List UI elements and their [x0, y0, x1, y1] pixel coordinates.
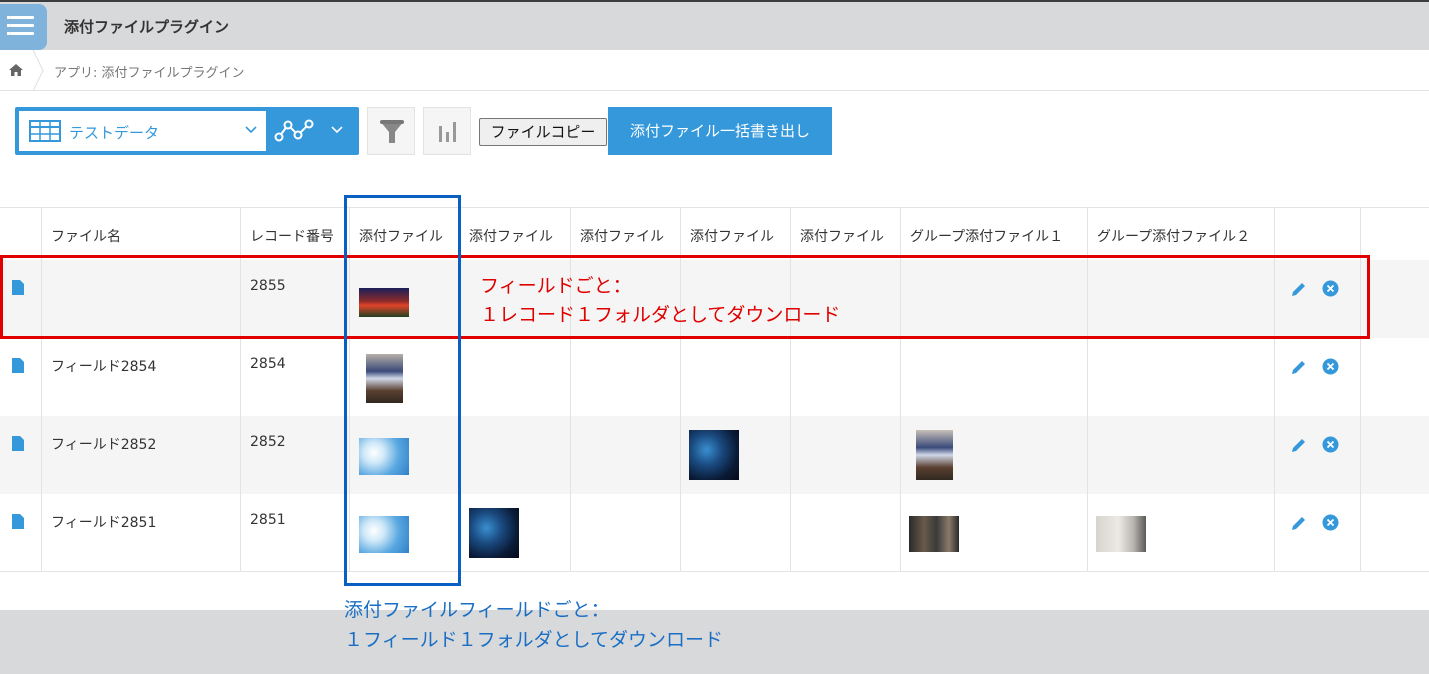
breadcrumb-separator-icon	[32, 50, 44, 91]
bulk-export-button[interactable]: 添付ファイル一括書き出し	[608, 107, 832, 155]
app-menu-icon[interactable]	[0, 4, 47, 50]
breadcrumb-app-link[interactable]: アプリ: 添付ファイルプラグイン	[54, 62, 245, 81]
table-cell: フィールド2852	[42, 416, 241, 494]
filter-icon	[380, 120, 404, 143]
table-cell	[460, 494, 571, 571]
table-row: フィールド2851 2851	[0, 494, 1429, 572]
table-cell	[681, 494, 791, 571]
pencil-icon[interactable]	[1290, 436, 1308, 454]
table-cell	[460, 338, 571, 416]
document-icon[interactable]	[12, 436, 24, 451]
header-cell[interactable]: 添付ファイル	[460, 208, 571, 260]
table-cell	[791, 338, 901, 416]
header-cell	[0, 208, 42, 260]
header-cell[interactable]: レコード番号	[241, 208, 350, 260]
app-title: 添付ファイルプラグイン	[64, 18, 230, 36]
table-icon	[29, 120, 61, 142]
table-cell	[791, 494, 901, 571]
table-cell	[901, 338, 1088, 416]
header-cell[interactable]: 添付ファイル	[681, 208, 791, 260]
attachment-thumbnail[interactable]	[469, 508, 519, 558]
attachment-thumbnail[interactable]	[1096, 516, 1146, 552]
record-annotation-line1: フィールドごと：	[480, 275, 632, 297]
table-header-row: ファイル名 レコード番号 添付ファイル 添付ファイル 添付ファイル 添付ファイル…	[0, 208, 1429, 260]
record-number-value: 2854	[250, 356, 286, 372]
field-highlight-box	[344, 195, 461, 586]
header-cell[interactable]: ファイル名	[42, 208, 241, 260]
attachment-thumbnail[interactable]	[909, 516, 959, 552]
record-annotation-line2: １レコード１フォルダとしてダウンロード	[480, 304, 841, 326]
table-cell: フィールド2854	[42, 338, 241, 416]
field-annotation-line2: １フィールド１フォルダとしてダウンロード	[344, 629, 724, 651]
field-annotation: 添付ファイルフィールドごと： １フィールド１フォルダとしてダウンロード	[344, 595, 723, 655]
view-dropdown[interactable]: テストデータ	[19, 111, 266, 151]
table-cell	[460, 416, 571, 494]
close-circle-icon[interactable]	[1322, 436, 1339, 453]
pencil-icon[interactable]	[1290, 358, 1308, 376]
table-cell	[0, 338, 42, 416]
table-row: フィールド2854 2854	[0, 338, 1429, 416]
table-cell: 2854	[241, 338, 350, 416]
field-annotation-line1: 添付ファイルフィールドごと：	[344, 599, 610, 621]
header-cell[interactable]: グループ添付ファイル１	[901, 208, 1088, 260]
table-cell	[1088, 416, 1275, 494]
table-cell: フィールド2851	[42, 494, 241, 571]
view-selector[interactable]: テストデータ	[15, 107, 359, 155]
file-name-value: フィールド2851	[51, 515, 157, 531]
attachment-thumbnail[interactable]	[689, 430, 739, 480]
bar-chart-icon	[439, 122, 456, 142]
attachment-thumbnail[interactable]	[916, 430, 953, 480]
table-cell	[791, 416, 901, 494]
table-cell	[0, 494, 42, 571]
close-circle-icon[interactable]	[1322, 358, 1339, 375]
home-icon[interactable]	[8, 63, 24, 77]
table-cell	[901, 494, 1088, 571]
table-cell	[1275, 338, 1361, 416]
table-cell	[571, 494, 681, 571]
table-cell	[1275, 494, 1361, 571]
table-cell	[1088, 338, 1275, 416]
header-cell[interactable]: 添付ファイル	[571, 208, 681, 260]
document-icon[interactable]	[12, 514, 24, 529]
header-cell[interactable]: グループ添付ファイル２	[1088, 208, 1275, 260]
table-cell	[0, 416, 42, 494]
pencil-icon[interactable]	[1290, 514, 1308, 532]
table-cell	[681, 416, 791, 494]
file-copy-button[interactable]: ファイルコピー	[479, 118, 607, 146]
filter-button[interactable]	[367, 107, 415, 155]
breadcrumb: アプリ: 添付ファイルプラグイン	[0, 50, 1429, 91]
table-cell: 2851	[241, 494, 350, 571]
document-icon[interactable]	[12, 358, 24, 373]
close-circle-icon[interactable]	[1322, 514, 1339, 531]
record-number-value: 2852	[250, 434, 286, 450]
header-cell[interactable]: 添付ファイル	[791, 208, 901, 260]
table-cell: 2852	[241, 416, 350, 494]
header-cell	[1275, 208, 1361, 260]
view-name: テストデータ	[69, 124, 160, 142]
chevron-down-icon[interactable]	[331, 126, 343, 134]
table-cell	[571, 416, 681, 494]
graph-icon[interactable]	[273, 115, 317, 147]
table-cell	[681, 338, 791, 416]
record-list-table: ファイル名 レコード番号 添付ファイル 添付ファイル 添付ファイル 添付ファイル…	[0, 207, 1429, 572]
app-header: 添付ファイルプラグイン	[0, 0, 1429, 50]
record-annotation: フィールドごと： １レコード１フォルダとしてダウンロード	[480, 272, 840, 330]
chevron-down-icon	[245, 126, 257, 134]
table-cell	[571, 338, 681, 416]
table-cell	[1088, 494, 1275, 571]
table-cell	[901, 416, 1088, 494]
graph-button[interactable]	[423, 107, 471, 155]
file-name-value: フィールド2852	[51, 437, 157, 453]
file-name-value: フィールド2854	[51, 359, 157, 375]
record-number-value: 2851	[250, 512, 286, 528]
table-row: フィールド2852 2852	[0, 416, 1429, 494]
table-cell	[1275, 416, 1361, 494]
